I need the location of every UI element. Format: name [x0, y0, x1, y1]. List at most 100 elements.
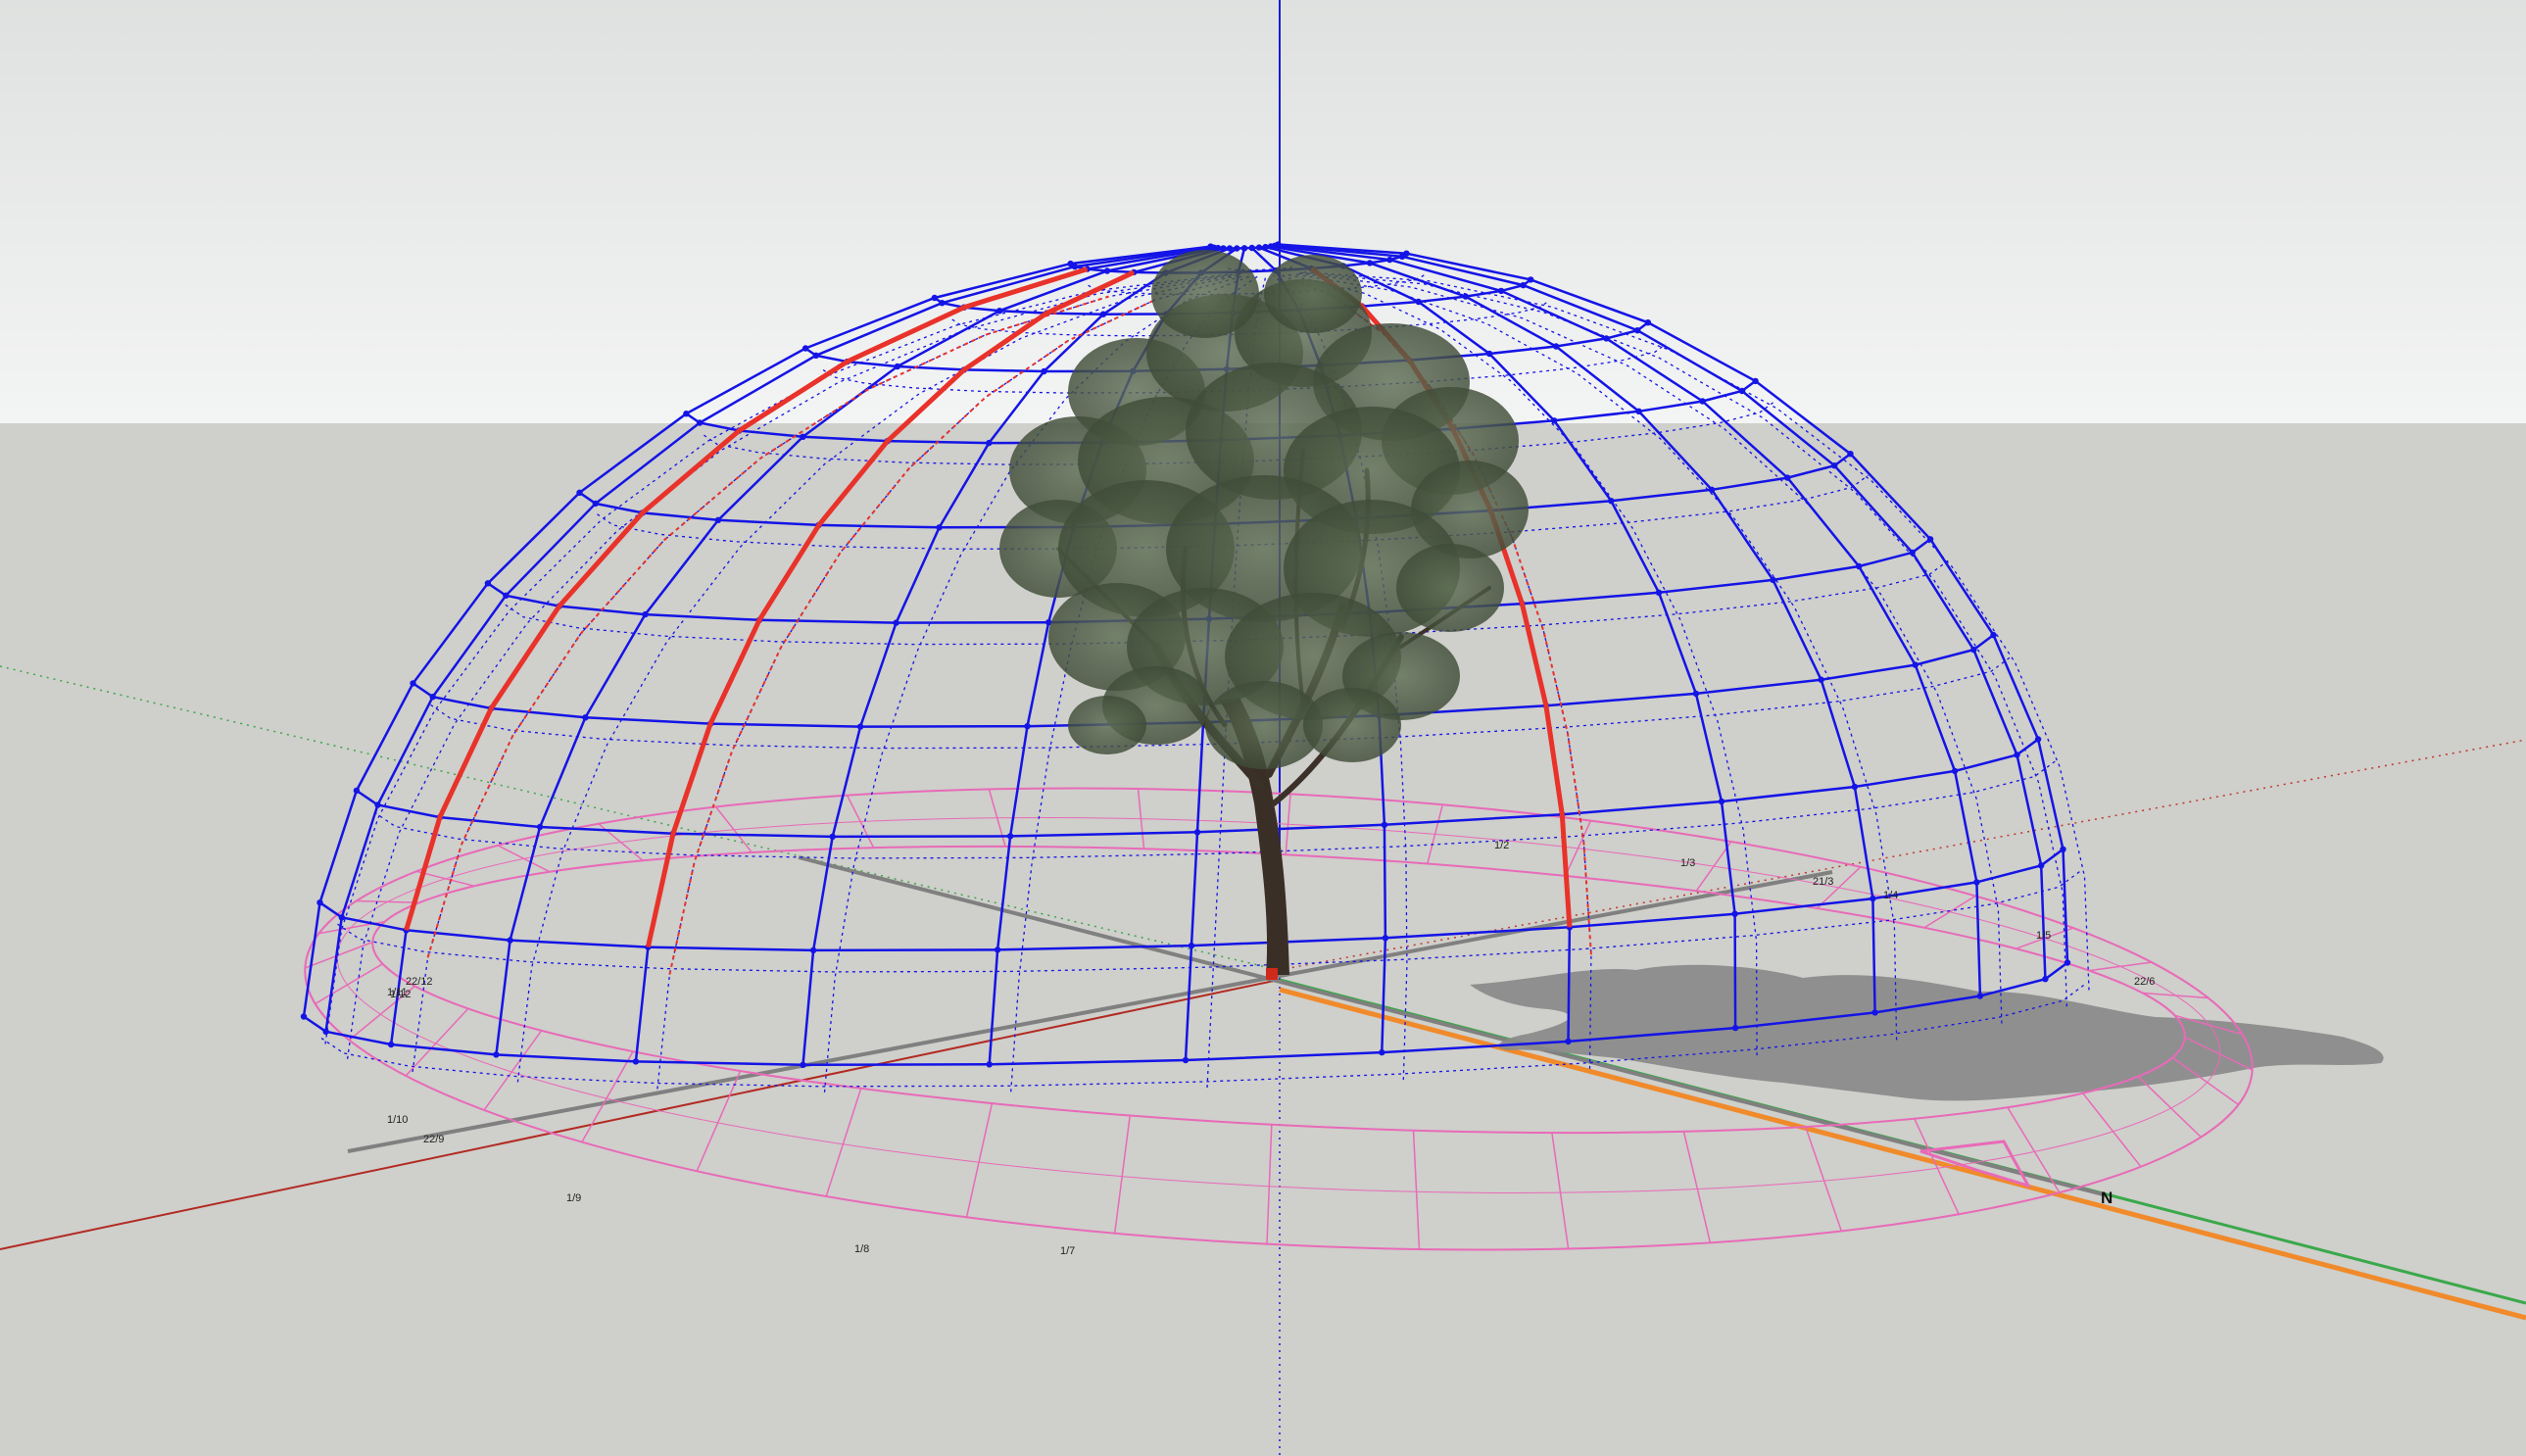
date-label: 22/12 [406, 976, 433, 988]
sun-node [1603, 335, 1610, 342]
sun-node [374, 801, 381, 808]
sun-node [1071, 263, 1079, 270]
sun-node [1708, 486, 1716, 493]
sun-node [353, 787, 361, 795]
sun-node [1973, 879, 1980, 886]
sun-node [1731, 910, 1738, 917]
sun-node [1366, 260, 1374, 267]
sun-node [800, 433, 806, 440]
date-label: 1/12 [390, 989, 411, 1000]
sun-node [642, 610, 649, 618]
sun-node [1731, 1024, 1739, 1032]
sun-node [893, 619, 899, 626]
sun-node [1552, 343, 1560, 350]
leaf-cluster [1264, 255, 1362, 333]
sun-node [809, 946, 817, 954]
sun-node [1909, 549, 1916, 557]
date-label: 1/3 [1680, 857, 1695, 869]
sun-node [1634, 327, 1641, 334]
leaf-cluster [1151, 250, 1259, 338]
date-label: 1/2 [1494, 840, 1509, 851]
sun-node [1262, 243, 1269, 251]
sun-node [829, 833, 836, 841]
sun-node [1182, 1056, 1190, 1064]
sun-node [1990, 631, 1997, 639]
sun-node [1220, 245, 1227, 252]
sun-node [316, 899, 323, 906]
sun-node [2014, 752, 2020, 758]
sun-node [536, 823, 544, 831]
sun-node [1485, 350, 1493, 358]
sun-node [1462, 293, 1470, 300]
sun-node [1497, 287, 1505, 295]
date-label: 21/3 [1813, 876, 1833, 888]
sun-node [1234, 245, 1240, 252]
sun-node [1565, 1038, 1572, 1045]
sun-node [338, 914, 345, 921]
sun-node [894, 363, 901, 370]
sketchup-3d-viewport[interactable]: 1/2 1/3 21/3 1/4 1/5 22/6 1/7 1/8 1/9 22/9 1/10 1/1… [0, 0, 2526, 1456]
sun-node [714, 516, 722, 523]
sun-node [1784, 474, 1791, 481]
sun-node [1248, 244, 1255, 252]
sun-node [582, 714, 589, 721]
date-label: 1/10 [387, 1114, 408, 1126]
sun-node [696, 419, 704, 426]
sun-node [2034, 736, 2042, 743]
sun-node [986, 1061, 993, 1068]
sun-node [1770, 576, 1776, 584]
sun-node [1382, 935, 1389, 942]
sun-node [812, 352, 819, 359]
sun-node [1006, 833, 1014, 840]
sun-node [1041, 367, 1047, 375]
sun-node [1976, 993, 1984, 999]
sun-node [1856, 562, 1863, 570]
north-label: N [2101, 1189, 2113, 1207]
sun-node [2060, 846, 2066, 852]
leaf-cluster [1068, 696, 1146, 754]
sun-node [856, 723, 864, 730]
sun-node [1655, 589, 1663, 596]
sun-node [1386, 256, 1393, 264]
sun-node [1188, 942, 1195, 949]
sun-node [1193, 829, 1201, 836]
sun-node [1275, 241, 1282, 248]
sun-node [1851, 783, 1859, 791]
sun-node [994, 946, 1001, 953]
sun-node [1415, 298, 1422, 306]
sun-path-scene[interactable]: 1/2 1/3 21/3 1/4 1/5 22/6 1/7 1/8 1/9 22/9 1/10 1/1… [0, 0, 2526, 1456]
sun-node [429, 694, 436, 701]
sun-node [1970, 646, 1977, 654]
sun-node [1847, 451, 1854, 458]
sun-node [1635, 408, 1642, 414]
date-label: 1/5 [2036, 930, 2051, 942]
sun-node [632, 1058, 640, 1065]
sun-node [1099, 311, 1107, 317]
sun-node [1214, 244, 1222, 252]
sun-node [996, 308, 1003, 315]
sun-node [1699, 398, 1706, 405]
sun-node [1912, 661, 1919, 668]
sun-node [1951, 767, 1959, 775]
date-label: 22/6 [2134, 976, 2155, 988]
sun-node [1520, 281, 1527, 289]
sun-node [683, 411, 690, 417]
leaf-cluster [1303, 688, 1401, 762]
sun-node [1818, 676, 1824, 683]
sun-node [800, 1061, 806, 1069]
sun-node [2038, 862, 2045, 869]
sun-node [493, 1051, 500, 1058]
sun-node [1226, 245, 1234, 252]
sun-node [410, 680, 416, 687]
sun-node [1692, 690, 1700, 698]
sun-node [1024, 723, 1031, 730]
sun-node [1831, 462, 1838, 469]
sun-node [507, 937, 513, 944]
sun-node [931, 294, 938, 302]
sun-node [300, 1013, 308, 1020]
sun-node [1926, 536, 1934, 543]
sun-node [1381, 821, 1388, 828]
origin-marker [1266, 968, 1278, 980]
sun-node [1528, 276, 1534, 283]
sun-node [484, 580, 492, 587]
